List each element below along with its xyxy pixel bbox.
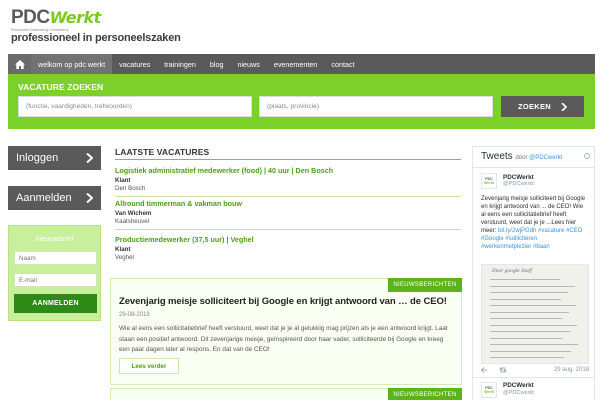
handwriting-line [490, 305, 576, 306]
vacancy-title-link[interactable]: Productiemedewerker (37,5 uur) | Veghel [115, 235, 461, 244]
divider [115, 229, 461, 230]
vacancy-item: Productiemedewerker (37,5 uur) | Veghel … [115, 235, 461, 262]
home-icon [14, 59, 25, 69]
logo-brand-secondary: Werkt [49, 8, 102, 27]
news-excerpt: Wie al eens een sollicitatiebrief heeft … [119, 325, 448, 353]
handwriting-line [490, 331, 570, 332]
retweet-icon[interactable] [499, 367, 507, 373]
handwriting-line [490, 298, 561, 300]
vacancy-title-link[interactable]: Logistiek administratief medewerker (foo… [115, 166, 461, 175]
tweet-text: Zevenjarig meisje solliciteert bij Googl… [481, 196, 586, 250]
tweet-link[interactable]: bit.ly/2wjPGdh [498, 228, 536, 234]
news-card: NIEUWSBERICHTEN Zevenjarig meisje sollic… [110, 278, 462, 385]
handwriting-line [490, 357, 564, 358]
nav-item-contact[interactable]: contact [324, 54, 361, 74]
search-button-label: ZOEKEN [517, 102, 552, 111]
handwriting-line [490, 279, 560, 280]
register-button[interactable]: Aanmelden [8, 186, 101, 210]
handwriting-line [490, 311, 569, 313]
info-icon[interactable]: i [584, 153, 590, 159]
twitter-header: Tweets door @PDCwerkt [481, 151, 562, 162]
vacancy-item: Allround timmerman & vakman bouw Van Wic… [115, 199, 461, 230]
vacancy-item: Logistiek administratief medewerker (foo… [115, 166, 461, 197]
chevron-right-icon [86, 153, 93, 163]
newsletter-email-input[interactable] [14, 273, 97, 287]
login-button[interactable]: Inloggen [8, 146, 101, 170]
vacancy-company: Van Wichem [115, 210, 152, 217]
news-category-badge[interactable]: NIEUWSBERICHTEN [388, 388, 462, 400]
twitter-by-label: door [515, 155, 528, 161]
register-label: Aanmelden [16, 192, 72, 204]
vacancy-location: Den Bosch [115, 185, 146, 192]
tweet-author-name[interactable]: PDCWerkt [503, 174, 534, 181]
search-keywords-input[interactable] [18, 96, 252, 117]
newsletter-title: nieuwsbrief [35, 234, 74, 243]
handwriting-line [490, 337, 563, 339]
tweet-image-caption: Dear google Staff [492, 269, 533, 274]
nav-item-welkom[interactable]: welkom op pdc werkt [31, 54, 113, 74]
vacancy-location: Veghel [115, 254, 134, 261]
handwriting-line [490, 344, 578, 345]
handwriting-line [490, 285, 575, 287]
divider [473, 377, 594, 378]
search-location-input[interactable] [259, 96, 493, 117]
tweet-date[interactable]: 29 aug. 2018 [554, 367, 589, 373]
login-label: Inloggen [16, 152, 59, 164]
site-header: PDCWerkt Personeels Detachering Consulta… [0, 0, 600, 52]
tweet-author-handle[interactable]: @PDCwerkt [503, 181, 534, 187]
newsletter-name-input[interactable] [14, 251, 97, 265]
vacancy-company: Klant [115, 246, 131, 253]
read-more-button[interactable]: Lees verder [119, 358, 179, 374]
site-tagline: professioneel in personeelszaken [11, 32, 181, 44]
twitter-handle-link[interactable]: @PDCwerkt [529, 155, 562, 161]
divider [115, 196, 461, 197]
handwriting-line [490, 292, 568, 293]
tweet-author-handle[interactable]: @PDCwerkt [503, 390, 534, 396]
latest-vacancies-title: LAATSTE VACATURES [115, 147, 210, 157]
tweet-author-name[interactable]: PDCWerkt [503, 382, 534, 389]
nav-item-blog[interactable]: blog [203, 54, 231, 74]
vacancy-location: Kaatsheuvel [115, 218, 150, 225]
search-title: VACATURE ZOEKEN [18, 82, 104, 92]
avatar[interactable]: PDC Werkt [481, 173, 497, 189]
vacancy-search-panel: VACATURE ZOEKEN ZOEKEN [8, 74, 595, 129]
nav-item-trainingen[interactable]: trainingen [157, 54, 203, 74]
avatar[interactable]: PDC Werkt [481, 382, 497, 398]
handwriting-line [490, 318, 562, 319]
twitter-timeline: Tweets door @PDCwerkt i PDC Werkt PDCWer… [472, 146, 595, 400]
tweet-image-handwritten-letter[interactable]: Dear google Staff [481, 264, 589, 364]
twitter-title: Tweets [481, 151, 513, 162]
nav-item-vacatures[interactable]: vacatures [112, 54, 157, 74]
chevron-right-icon [561, 102, 568, 111]
newsletter-submit-button[interactable]: AANMELDEN [14, 294, 97, 313]
tweet-meta: 29 aug. 2018 [481, 367, 589, 377]
news-date: 29-08-2018 [119, 312, 150, 318]
logo-brand-primary: PDC [11, 7, 50, 28]
handwriting-line [490, 350, 571, 352]
news-category-badge[interactable]: NIEUWSBERICHTEN [388, 278, 462, 292]
main-nav: welkom op pdc werkt vacatures trainingen… [8, 54, 595, 74]
reply-icon[interactable] [481, 367, 488, 373]
handwriting-line [490, 324, 577, 326]
search-button[interactable]: ZOEKEN [501, 96, 584, 117]
vacancy-title-link[interactable]: Allround timmerman & vakman bouw [115, 199, 461, 208]
divider [473, 167, 594, 168]
news-card: NIEUWSBERICHTEN [110, 388, 462, 400]
vacancy-company: Klant [115, 177, 131, 184]
nav-item-evenementen[interactable]: evenementen [267, 54, 325, 74]
nav-item-nieuws[interactable]: nieuws [230, 54, 266, 74]
chevron-right-icon [86, 193, 93, 203]
nav-home-button[interactable] [8, 54, 31, 74]
news-title[interactable]: Zevenjarig meisje solliciteert bij Googl… [119, 296, 447, 307]
newsletter-box: nieuwsbrief AANMELDEN [8, 225, 101, 321]
divider [115, 159, 461, 160]
